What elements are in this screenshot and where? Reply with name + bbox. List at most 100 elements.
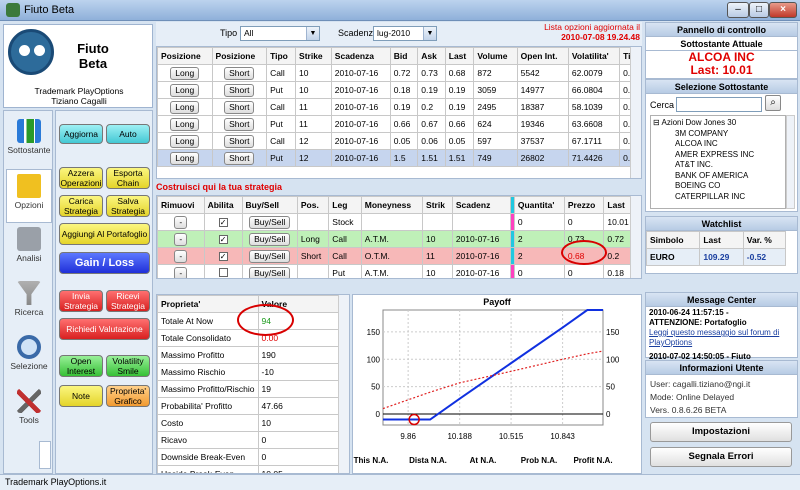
segnala-errori-button[interactable]: Segnala Errori bbox=[650, 447, 792, 467]
remove-button[interactable]: - bbox=[174, 215, 188, 229]
long-button[interactable]: Long bbox=[170, 100, 200, 114]
options-scrollbar[interactable] bbox=[630, 47, 641, 178]
long-button[interactable]: Long bbox=[170, 117, 200, 131]
buy-sell-button[interactable]: Buy/Sell bbox=[249, 215, 291, 229]
options-cell: Short bbox=[211, 81, 268, 99]
short-button[interactable]: Short bbox=[224, 151, 255, 165]
esporta-chain-button[interactable]: Esporta Chain bbox=[106, 167, 150, 189]
buy-sell-button[interactable]: Buy/Sell bbox=[249, 266, 291, 278]
nav-sottostante[interactable]: Sottostante bbox=[6, 115, 52, 169]
buy-sell-button[interactable]: Buy/Sell bbox=[249, 232, 291, 246]
options-row[interactable]: Long Short Put 12 2010-07-16 1.5 1.51 1.51 749 26… bbox=[157, 149, 637, 167]
options-col-header[interactable]: Last bbox=[444, 47, 475, 65]
salva-strategia-button[interactable]: Salva Strategia bbox=[106, 195, 150, 217]
options-row[interactable]: Long Short Call 10 2010-07-16 0.72 0.73 0.68 872… bbox=[157, 64, 637, 82]
collapse-handle[interactable] bbox=[39, 441, 51, 469]
options-col-header[interactable]: Bid bbox=[389, 47, 419, 65]
azzera-operazioni-button[interactable]: Azzera Operazioni bbox=[59, 167, 103, 189]
search-button[interactable]: ⌕ bbox=[765, 95, 781, 111]
options-col-header[interactable]: Strike bbox=[295, 47, 332, 65]
watchlist-panel: Watchlist Simbolo Last Var. % EURO 109.29 -0… bbox=[645, 216, 798, 274]
enable-checkbox[interactable]: ✓ bbox=[218, 252, 228, 261]
scadenza-select[interactable]: lug-2010 ▼ bbox=[373, 26, 437, 41]
maximize-button[interactable]: □ bbox=[749, 2, 769, 18]
options-cell: 26802 bbox=[516, 149, 569, 167]
options-col-header[interactable]: Posizione bbox=[211, 47, 268, 65]
remove-button[interactable]: - bbox=[174, 249, 188, 263]
strategy-cell: 2 bbox=[513, 247, 565, 265]
nav-opzioni[interactable]: Opzioni bbox=[6, 169, 52, 223]
tree-item[interactable]: AMER EXPRESS INC bbox=[653, 150, 783, 161]
options-row[interactable]: Long Short Put 10 2010-07-16 0.18 0.19 0.19 3059… bbox=[157, 81, 637, 99]
carica-strategia-button[interactable]: Carica Strategia bbox=[59, 195, 103, 217]
options-col-header[interactable]: Posizione bbox=[157, 47, 213, 65]
watch-symbol[interactable]: EURO bbox=[645, 248, 701, 266]
short-button[interactable]: Short bbox=[224, 66, 255, 80]
strategy-row[interactable]: - ✓ Buy/Sell Stock 0 0 10.01 bbox=[157, 213, 637, 231]
close-button[interactable]: × bbox=[769, 2, 797, 18]
aggiungi-portafoglio-button[interactable]: Aggiungi Al Portafoglio bbox=[59, 223, 150, 245]
long-button[interactable]: Long bbox=[170, 151, 200, 165]
options-row[interactable]: Long Short Put 11 2010-07-16 0.66 0.67 0.66 624 1… bbox=[157, 115, 637, 133]
tree-item[interactable]: AT&T INC. bbox=[653, 160, 783, 171]
volatility-smile-button[interactable]: Volatility Smile bbox=[106, 355, 150, 377]
strategy-row[interactable]: - Buy/Sell Put A.T.M. 10 2010-07-16 0 0 0.18 bbox=[157, 264, 637, 278]
short-button[interactable]: Short bbox=[224, 83, 255, 97]
remove-button[interactable]: - bbox=[174, 266, 188, 278]
tree-scrollbar[interactable] bbox=[786, 115, 795, 209]
nav-tools[interactable]: Tools bbox=[6, 385, 52, 439]
strategy-col-header: Quantita' bbox=[513, 196, 565, 214]
options-cell: Long bbox=[157, 115, 213, 133]
properties-scrollbar[interactable] bbox=[338, 295, 349, 473]
buy-sell-button[interactable]: Buy/Sell bbox=[249, 249, 291, 263]
options-col-header[interactable]: Ask bbox=[417, 47, 446, 65]
enable-checkbox[interactable]: ✓ bbox=[218, 235, 228, 244]
long-button[interactable]: Long bbox=[170, 134, 200, 148]
strategy-scrollbar[interactable] bbox=[630, 196, 641, 278]
open-interest-button[interactable]: Open Interest bbox=[59, 355, 103, 377]
tree-item[interactable]: 3M COMPANY bbox=[653, 129, 783, 140]
nav-ricerca[interactable]: Ricerca bbox=[6, 277, 52, 331]
invia-strategia-button[interactable]: Invia Strategia bbox=[59, 290, 103, 312]
tree-item[interactable]: BANK OF AMERICA bbox=[653, 171, 783, 182]
enable-checkbox[interactable]: ✓ bbox=[218, 218, 228, 227]
options-row[interactable]: Long Short Call 12 2010-07-16 0.05 0.06 0.05 597… bbox=[157, 132, 637, 150]
impostazioni-button[interactable]: Impostazioni bbox=[650, 422, 792, 442]
aggiorna-button[interactable]: Aggiorna bbox=[59, 124, 103, 144]
long-button[interactable]: Long bbox=[170, 66, 200, 80]
richiedi-valutazione-button[interactable]: Richiedi Valutazione bbox=[59, 318, 150, 340]
watchlist-title: Watchlist bbox=[646, 217, 797, 231]
options-col-header[interactable]: Scadenza bbox=[330, 47, 391, 65]
tree-item[interactable]: ALCOA INC bbox=[653, 139, 783, 150]
remove-button[interactable]: - bbox=[174, 232, 188, 246]
options-cell: Short bbox=[211, 115, 268, 133]
tree-item[interactable]: BOEING CO bbox=[653, 181, 783, 192]
options-cell: 2010-07-16 bbox=[330, 81, 391, 99]
annotation-circle-price bbox=[561, 240, 607, 265]
options-row[interactable]: Long Short Call 11 2010-07-16 0.19 0.2 0.19 2495… bbox=[157, 98, 637, 116]
tipo-select[interactable]: All ▼ bbox=[240, 26, 320, 41]
enable-checkbox[interactable] bbox=[218, 267, 228, 277]
options-col-header[interactable]: Volume bbox=[473, 47, 518, 65]
proprieta-grafico-button[interactable]: Proprieta' Grafico bbox=[106, 385, 150, 407]
strategy-cell: - bbox=[157, 213, 205, 231]
long-button[interactable]: Long bbox=[170, 83, 200, 97]
short-button[interactable]: Short bbox=[224, 134, 255, 148]
msg1-link[interactable]: Leggi questo messaggio sul forum di Play… bbox=[649, 328, 794, 348]
options-col-header[interactable]: Open Int. bbox=[516, 47, 569, 65]
tree-root[interactable]: ⊟ Azioni Dow Jones 30 bbox=[653, 118, 783, 129]
cerca-input[interactable] bbox=[676, 97, 762, 112]
x-tick-label: 10.515 bbox=[499, 432, 524, 441]
options-col-header[interactable]: Volatilita' bbox=[567, 47, 621, 65]
options-col-header[interactable]: Tipo bbox=[266, 47, 297, 65]
short-button[interactable]: Short bbox=[224, 100, 255, 114]
short-button[interactable]: Short bbox=[224, 117, 255, 131]
ricevi-strategia-button[interactable]: Ricevi Strategia bbox=[106, 290, 150, 312]
minimize-button[interactable]: – bbox=[727, 2, 749, 18]
auto-button[interactable]: Auto bbox=[106, 124, 150, 144]
nav-selezione[interactable]: Selezione bbox=[6, 331, 52, 385]
gain-loss-button[interactable]: Gain / Loss bbox=[59, 252, 150, 274]
tree-item[interactable]: CATERPILLAR INC bbox=[653, 192, 783, 203]
note-button[interactable]: Note bbox=[59, 385, 103, 407]
nav-analisi[interactable]: Analisi bbox=[6, 223, 52, 277]
